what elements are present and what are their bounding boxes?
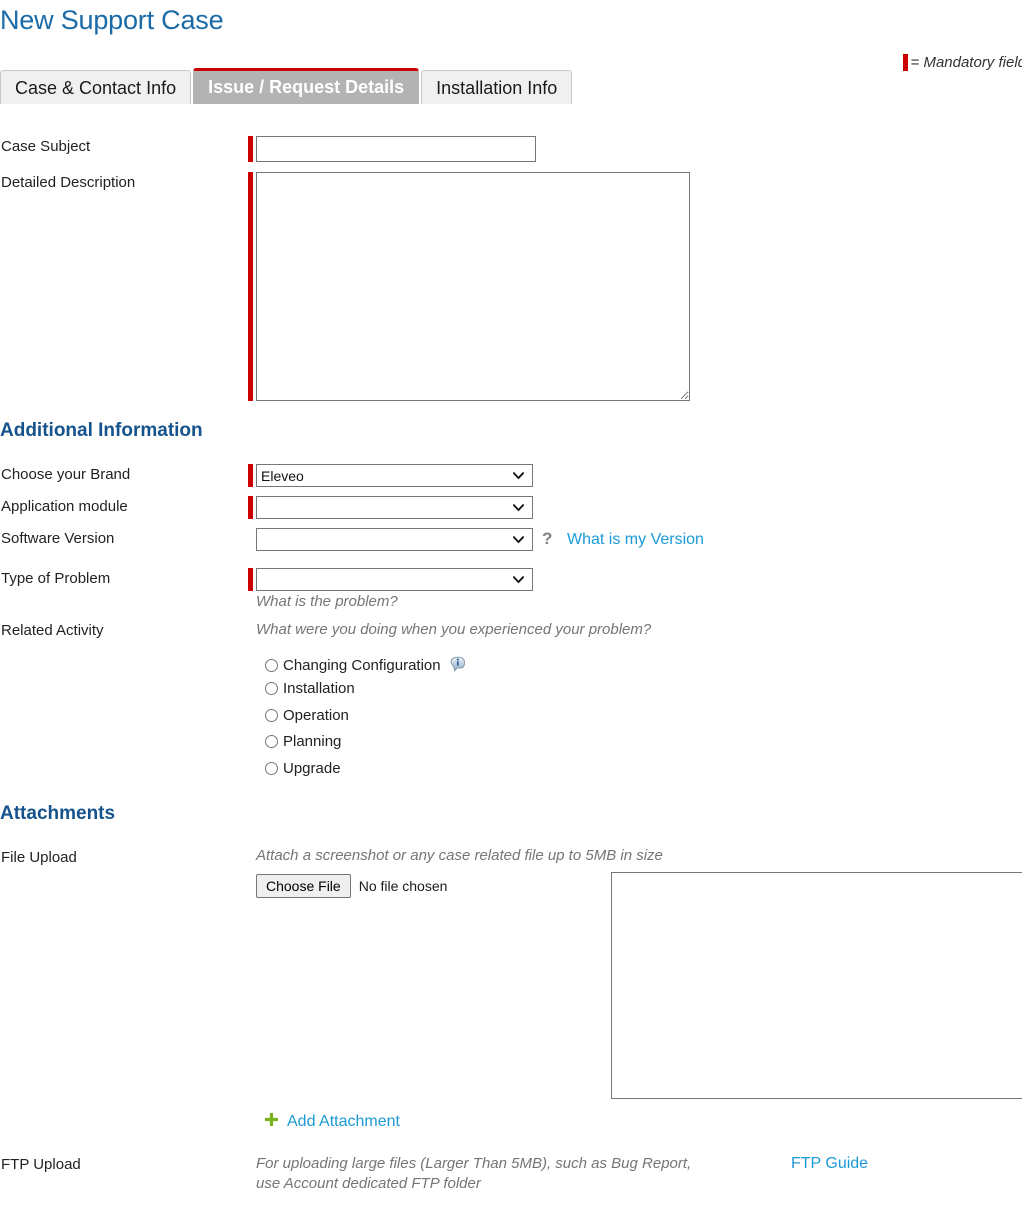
type-of-problem-label: Type of Problem — [1, 570, 111, 587]
software-version-select[interactable] — [256, 528, 533, 551]
attachment-list-box[interactable] — [611, 872, 1022, 1099]
file-chosen-status: No file chosen — [358, 878, 448, 894]
mandatory-marker-icon — [902, 54, 908, 71]
page-title: New Support Case — [0, 5, 224, 35]
tab-case-contact-info[interactable]: Case & Contact Info — [0, 70, 192, 104]
related-activity-hint: What were you doing when you experienced… — [256, 621, 652, 638]
tab-issue-request-details[interactable]: Issue / Request Details — [193, 68, 420, 104]
radio-changing-configuration[interactable] — [265, 658, 278, 672]
tab-bar: Case & Contact Info Issue / Request Deta… — [0, 68, 573, 104]
add-attachment-button[interactable]: Add Attachment — [264, 1112, 400, 1131]
brand-mandatory-marker — [248, 464, 253, 487]
plus-icon — [264, 1112, 279, 1131]
radio-label-installation[interactable]: Installation — [283, 680, 355, 697]
application-module-select[interactable] — [256, 496, 533, 519]
add-attachment-label[interactable]: Add Attachment — [287, 1113, 400, 1131]
application-module-mandatory-marker — [248, 496, 253, 519]
detailed-description-label: Detailed Description — [1, 174, 136, 191]
radio-row-changing-configuration[interactable]: Changing Configuration — [265, 653, 468, 677]
tab-installation-info[interactable]: Installation Info — [421, 70, 573, 104]
attachments-heading: Attachments — [0, 803, 116, 824]
type-of-problem-mandatory-marker — [248, 568, 253, 591]
radio-row-planning[interactable]: Planning — [265, 733, 341, 750]
what-is-my-version-link[interactable]: What is my Version — [567, 531, 704, 549]
case-subject-input[interactable] — [256, 136, 536, 162]
ftp-upload-hint: For uploading large files (Larger Than 5… — [256, 1155, 692, 1193]
file-input-group[interactable]: Choose File No file chosen — [256, 874, 447, 898]
mandatory-field-legend: = Mandatory field — [902, 54, 1022, 71]
type-of-problem-select-wrap — [256, 568, 533, 591]
radio-label-upgrade[interactable]: Upgrade — [283, 760, 341, 777]
radio-label-changing-configuration[interactable]: Changing Configuration — [283, 657, 441, 674]
mandatory-legend-label: = Mandatory field — [910, 54, 1022, 71]
type-of-problem-select[interactable] — [256, 568, 533, 591]
type-of-problem-hint: What is the problem? — [256, 593, 398, 610]
detailed-description-textarea[interactable] — [256, 172, 690, 401]
radio-row-upgrade[interactable]: Upgrade — [265, 760, 341, 777]
radio-upgrade[interactable] — [265, 762, 278, 775]
software-version-select-wrap — [256, 528, 533, 551]
radio-planning[interactable] — [265, 735, 278, 748]
radio-installation[interactable] — [265, 682, 278, 695]
detailed-description-mandatory-marker — [248, 172, 253, 401]
version-help-icon: ? — [542, 529, 553, 548]
brand-label: Choose your Brand — [1, 466, 131, 483]
brand-select[interactable]: Eleveo — [256, 464, 533, 487]
application-module-select-wrap — [256, 496, 533, 519]
software-version-label: Software Version — [1, 530, 115, 547]
case-subject-label: Case Subject — [1, 138, 91, 155]
radio-row-operation[interactable]: Operation — [265, 707, 349, 724]
case-subject-mandatory-marker — [248, 136, 253, 162]
application-module-label: Application module — [1, 498, 128, 515]
radio-label-planning[interactable]: Planning — [283, 733, 341, 750]
file-upload-hint: Attach a screenshot or any case related … — [256, 847, 663, 864]
info-icon[interactable] — [448, 653, 468, 677]
choose-file-button[interactable]: Choose File — [256, 874, 351, 898]
radio-label-operation[interactable]: Operation — [283, 707, 349, 724]
brand-select-wrap: Eleveo — [256, 464, 533, 487]
additional-information-heading: Additional Information — [0, 420, 203, 441]
related-activity-label: Related Activity — [1, 622, 104, 639]
radio-row-installation[interactable]: Installation — [265, 680, 355, 697]
ftp-guide-link[interactable]: FTP Guide — [791, 1155, 868, 1173]
radio-operation[interactable] — [265, 709, 278, 722]
file-upload-label: File Upload — [1, 849, 77, 866]
ftp-upload-label: FTP Upload — [1, 1156, 81, 1173]
